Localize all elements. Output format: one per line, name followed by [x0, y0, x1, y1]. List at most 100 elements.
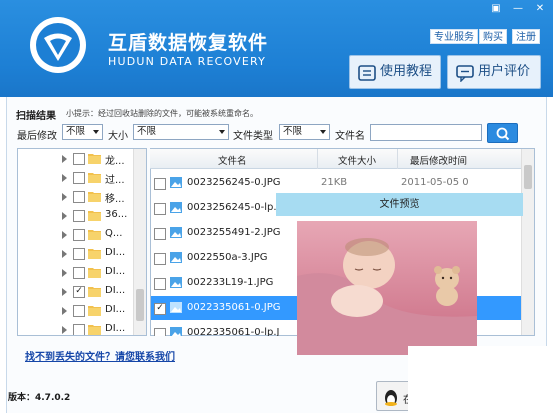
scan-tip: 小提示：经过回收站删除的文件，可能被系统重命名。: [66, 109, 258, 118]
column-divider[interactable]: [317, 149, 318, 169]
size-filter-value: 不限: [137, 126, 157, 137]
file-list-header: 文件名 文件大小 最后修改时间: [150, 149, 521, 169]
tutorial-button[interactable]: 使用教程: [349, 55, 441, 89]
expand-arrow-icon[interactable]: [62, 174, 67, 182]
scan-results-title: 扫描结果: [16, 111, 56, 122]
user-review-label: 用户评价: [478, 64, 531, 79]
folder-icon: [88, 249, 101, 259]
size-filter-label: 大小: [108, 131, 128, 142]
file-list-scrollbar[interactable]: [521, 149, 534, 335]
tree-item[interactable]: DI...: [18, 301, 136, 321]
folder-icon: [88, 287, 101, 297]
file-size: 21KB: [321, 177, 348, 188]
tree-checkbox[interactable]: [73, 172, 85, 184]
tree-checkbox[interactable]: [73, 210, 85, 222]
tree-checkbox[interactable]: [73, 248, 85, 260]
folder-icon: [88, 325, 101, 335]
tree-item[interactable]: 过...: [18, 168, 136, 188]
file-name: 0022550a-3.JPG: [187, 252, 268, 263]
chevron-down-icon: [320, 130, 326, 134]
filename-filter-label: 文件名: [335, 131, 365, 142]
expand-arrow-icon[interactable]: [62, 288, 67, 296]
tree-checkbox[interactable]: [73, 153, 85, 165]
column-divider[interactable]: [397, 149, 398, 169]
tree-item[interactable]: 龙...: [18, 149, 136, 169]
close-icon[interactable]: ✕: [532, 3, 548, 15]
restore-icon[interactable]: ▣: [488, 3, 504, 15]
book-icon: [358, 65, 376, 81]
modified-filter-select[interactable]: 不限: [62, 124, 103, 140]
folder-icon: [88, 268, 101, 278]
tree-item-label: DI...: [105, 247, 126, 258]
tree-item[interactable]: DI...: [18, 320, 136, 335]
file-list-scroll-thumb[interactable]: [524, 165, 532, 189]
file-row[interactable]: 0023256245-0.JPG 21KB 2011-05-05 0: [151, 171, 521, 195]
expand-arrow-icon[interactable]: [62, 250, 67, 258]
tree-item[interactable]: DI...: [18, 244, 136, 264]
tree-item-label: DI...: [105, 266, 126, 277]
file-checkbox[interactable]: [154, 228, 166, 240]
tree-item-label: Q...: [105, 228, 123, 239]
tree-checkbox-checked[interactable]: ✓: [73, 286, 85, 298]
image-file-icon: [170, 177, 182, 188]
file-checkbox-checked[interactable]: ✓: [154, 303, 166, 315]
tree-item[interactable]: DI...: [18, 263, 136, 283]
folder-icon: [88, 306, 101, 316]
expand-arrow-icon[interactable]: [62, 326, 67, 334]
folder-tree: 龙... 过... 移... 36... Q... DI... DI... ✓ …: [17, 148, 147, 336]
buy-link[interactable]: 购买: [479, 29, 507, 44]
tree-checkbox[interactable]: [73, 324, 85, 335]
tree-item[interactable]: ✓ DI...: [18, 282, 136, 302]
type-filter-select[interactable]: 不限: [279, 124, 330, 140]
register-link[interactable]: 注册: [512, 29, 540, 44]
file-name: 0023256245-0.JPG: [187, 177, 281, 188]
tree-checkbox[interactable]: [73, 229, 85, 241]
tree-item-label: DI...: [105, 285, 126, 296]
type-filter-label: 文件类型: [233, 131, 273, 142]
file-checkbox[interactable]: [154, 253, 166, 265]
expand-arrow-icon[interactable]: [62, 269, 67, 277]
tree-item[interactable]: Q...: [18, 225, 136, 245]
file-name: 002233L19-1.JPG: [187, 277, 274, 288]
user-review-button[interactable]: 用户评价: [447, 55, 541, 89]
tree-item-label: DI...: [105, 323, 126, 334]
file-checkbox[interactable]: [154, 328, 166, 336]
expand-arrow-icon[interactable]: [62, 307, 67, 315]
expand-arrow-icon[interactable]: [62, 193, 67, 201]
filename-input[interactable]: [370, 124, 482, 141]
modified-filter-value: 不限: [66, 126, 86, 137]
tree-item-label: 龙...: [105, 156, 125, 167]
tree-scroll-thumb[interactable]: [136, 289, 144, 321]
column-filename[interactable]: 文件名: [218, 153, 247, 167]
app-logo: [30, 17, 86, 73]
tree-checkbox[interactable]: [73, 305, 85, 317]
tree-scrollbar[interactable]: [133, 149, 146, 335]
expand-arrow-icon[interactable]: [62, 231, 67, 239]
help-contact-link[interactable]: 找不到丢失的文件？请您联系我们: [25, 348, 175, 363]
tree-item[interactable]: 移...: [18, 187, 136, 207]
file-checkbox[interactable]: [154, 278, 166, 290]
chevron-down-icon: [219, 130, 225, 134]
file-checkbox[interactable]: [154, 203, 166, 215]
file-name: 0023256245-0-lp.J: [187, 202, 280, 213]
column-filesize[interactable]: 文件大小: [338, 153, 376, 167]
tree-item[interactable]: 36...: [18, 206, 136, 226]
file-checkbox[interactable]: [154, 178, 166, 190]
minimize-icon[interactable]: —: [510, 3, 526, 15]
type-filter-value: 不限: [283, 126, 303, 137]
expand-arrow-icon[interactable]: [62, 155, 67, 163]
chevron-down-icon: [93, 130, 99, 134]
image-file-icon: [170, 302, 182, 313]
image-file-icon: [170, 277, 182, 288]
size-filter-select[interactable]: 不限: [133, 124, 229, 140]
tree-item-label: 移...: [105, 194, 125, 205]
tree-checkbox[interactable]: [73, 191, 85, 203]
column-modified[interactable]: 最后修改时间: [410, 153, 467, 167]
search-icon: [496, 127, 510, 141]
tree-checkbox[interactable]: [73, 267, 85, 279]
folder-icon: [88, 211, 101, 221]
expand-arrow-icon[interactable]: [62, 212, 67, 220]
pro-service-link[interactable]: 专业服务: [430, 29, 478, 44]
search-button[interactable]: [487, 123, 518, 143]
version-label: 版本：4.7.0.2: [8, 393, 71, 403]
